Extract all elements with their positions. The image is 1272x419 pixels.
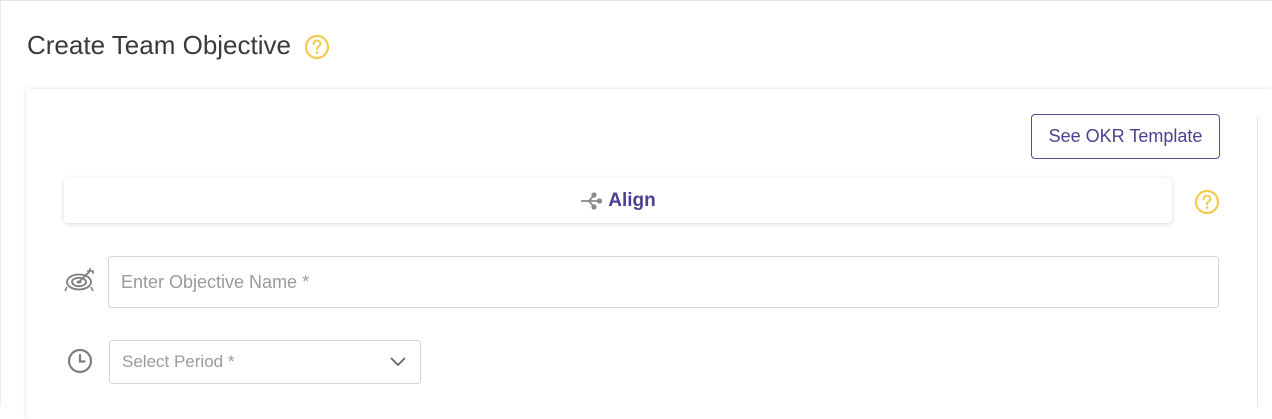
- align-button[interactable]: Align: [64, 178, 1172, 223]
- card-divider: [1257, 116, 1258, 406]
- see-okr-template-button[interactable]: See OKR Template: [1031, 114, 1220, 159]
- align-label: Align: [608, 189, 656, 211]
- objective-name-input[interactable]: [108, 256, 1219, 308]
- align-branch-icon: [580, 190, 604, 212]
- clock-icon: [67, 348, 93, 374]
- question-circle-icon[interactable]: [304, 34, 330, 60]
- period-select[interactable]: Select Period *: [109, 340, 421, 384]
- target-icon: [64, 267, 96, 293]
- chevron-down-icon: [390, 357, 406, 367]
- page-title: Create Team Objective: [27, 29, 291, 60]
- left-border: [0, 0, 1, 406]
- period-select-value: Select Period *: [122, 352, 235, 371]
- align-help-icon[interactable]: [1194, 189, 1220, 215]
- page-header: Create Team Objective: [27, 27, 330, 63]
- top-border: [0, 0, 1272, 1]
